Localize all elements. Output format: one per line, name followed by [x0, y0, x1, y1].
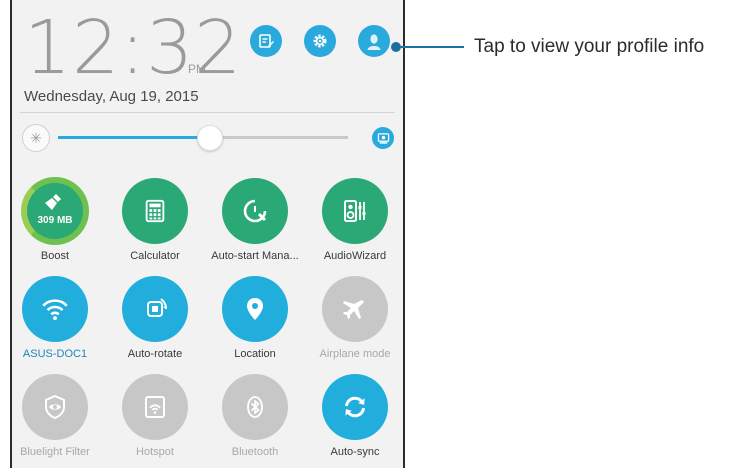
hotspot-icon [141, 393, 169, 421]
tile-label: Location [234, 348, 276, 360]
tile-label: Bluelight Filter [20, 446, 90, 458]
tile-label: Auto-rotate [127, 348, 183, 360]
sync-icon [340, 392, 370, 422]
location-pin-icon [241, 295, 269, 323]
tile-toggle-airplane-mode[interactable] [322, 276, 388, 342]
wrench-icon [241, 197, 269, 225]
tile-bluetooth[interactable]: Bluetooth [205, 374, 305, 464]
quick-settings-panel: 12:32 PM Wednesday, Aug 19, 2015 ✳ 309 M… [10, 0, 405, 468]
speaker-icon [341, 197, 369, 225]
tile-toggle-bluetooth[interactable] [222, 374, 288, 440]
tile-calculator[interactable]: Calculator [105, 178, 205, 268]
brightness-slider-fill [58, 136, 209, 139]
tile-label: Auto-start Mana... [211, 250, 299, 262]
quick-note-button[interactable] [250, 25, 282, 57]
clock-time: 12:32 [24, 5, 243, 91]
eye-icon [41, 393, 69, 421]
tile-label: Airplane mode [319, 348, 391, 360]
callout-line [398, 46, 464, 48]
airplane-icon [341, 295, 369, 323]
tile-boost[interactable]: 309 MB Boost [10, 177, 105, 268]
tile-auto-sync[interactable]: Auto-sync [305, 374, 405, 464]
brightness-slider[interactable] [58, 125, 348, 151]
tile-label: ASUS-DOC1 [22, 348, 88, 360]
tile-toggle-boost[interactable]: 309 MB [21, 177, 89, 245]
tile-location[interactable]: Location [205, 276, 305, 366]
rotate-icon [141, 295, 169, 323]
quick-note-icon [259, 34, 274, 48]
tile-label: Bluetooth [231, 446, 279, 458]
tile-label: AudioWizard [323, 250, 387, 262]
tile-toggle-audiowizard[interactable] [322, 178, 388, 244]
calculator-icon [142, 198, 168, 224]
clock-date: Wednesday, Aug 19, 2015 [24, 88, 199, 105]
tile-toggle-auto-start-mana[interactable] [222, 178, 288, 244]
header-divider [20, 112, 395, 113]
boost-memory-ring [21, 177, 89, 245]
tile-toggle-hotspot[interactable] [122, 374, 188, 440]
tile-label: Calculator [130, 250, 180, 262]
tile-hotspot[interactable]: Hotspot [105, 374, 205, 464]
tile-toggle-asus-doc1[interactable] [22, 276, 88, 342]
tile-auto-rotate[interactable]: Auto-rotate [105, 276, 205, 366]
clock-ampm: PM [188, 62, 206, 76]
tile-airplane-mode[interactable]: Airplane mode [305, 276, 405, 366]
profile-avatar-icon [367, 34, 381, 50]
tile-label: Auto-sync [330, 446, 380, 458]
settings-button[interactable] [304, 25, 336, 57]
tile-toggle-calculator[interactable] [122, 178, 188, 244]
auto-brightness-icon [377, 132, 389, 144]
profile-button[interactable] [358, 25, 390, 57]
tile-audiowizard[interactable]: AudioWizard [305, 178, 405, 268]
brightness-icon: ✳ [22, 124, 50, 152]
tile-asus-doc1[interactable]: ASUS-DOC1 [10, 276, 105, 366]
tile-bluelight-filter[interactable]: Bluelight Filter [10, 374, 105, 464]
boost-memory-badge: 309 MB [37, 215, 73, 226]
tile-toggle-bluelight-filter[interactable] [22, 374, 88, 440]
tile-auto-start-mana[interactable]: Auto-start Mana... [205, 178, 305, 268]
wifi-icon [40, 294, 70, 324]
brightness-slider-handle[interactable] [196, 125, 223, 151]
tile-label: Hotspot [136, 446, 174, 458]
tile-toggle-auto-sync[interactable] [322, 374, 388, 440]
tile-toggle-location[interactable] [222, 276, 288, 342]
gear-icon [313, 34, 327, 48]
callout-text: Tap to view your profile info [474, 36, 705, 57]
tile-toggle-auto-rotate[interactable] [122, 276, 188, 342]
auto-brightness-button[interactable] [372, 127, 394, 149]
tile-label: Boost [40, 250, 70, 262]
bluetooth-icon [241, 393, 269, 421]
